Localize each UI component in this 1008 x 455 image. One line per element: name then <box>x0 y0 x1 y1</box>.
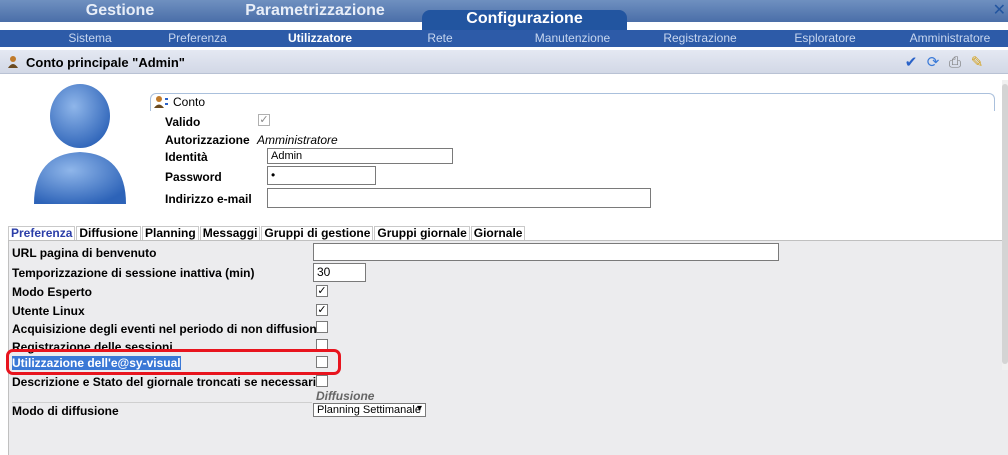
scrollbar-thumb[interactable] <box>1002 84 1008 364</box>
url-label: URL pagina di benvenuto <box>12 246 157 260</box>
email-field[interactable] <box>267 188 651 208</box>
tab-diffusione[interactable]: Diffusione <box>76 226 142 240</box>
esperto-label: Modo Esperto <box>12 285 92 299</box>
section-divider <box>12 402 312 403</box>
sub-menu-registrazione[interactable]: Registrazione <box>655 30 745 47</box>
tab-gruppi-giornale[interactable]: Gruppi giornale <box>374 226 470 240</box>
diffusione-section-title: Diffusione <box>316 389 375 403</box>
sub-menu-manutenzione[interactable]: Manutenzione <box>530 30 615 47</box>
settings-tabs: Preferenza Diffusione Planning Messaggi … <box>8 226 526 240</box>
top-tab-parametrizzazione[interactable]: Parametrizzazione <box>220 0 410 22</box>
url-field[interactable] <box>313 243 779 261</box>
highlight-annotation <box>6 349 341 375</box>
sub-menu-preferenza[interactable]: Preferenza <box>160 30 235 47</box>
identita-label: Identità <box>165 150 208 164</box>
tab-messaggi[interactable]: Messaggi <box>199 226 261 240</box>
print-icon[interactable]: ⎙ <box>946 53 964 71</box>
descrizione-checkbox[interactable] <box>316 375 328 387</box>
check-icon[interactable]: ✔ <box>902 53 920 71</box>
sub-menu-sistema[interactable]: Sistema <box>60 30 120 47</box>
users-icon <box>154 96 168 108</box>
title-bar: Conto principale "Admin" ✔ ⟳ ⎙ ✎ <box>0 50 1008 74</box>
toolbar: ✔ ⟳ ⎙ ✎ <box>902 53 986 72</box>
close-icon[interactable]: ✕ <box>993 0 1006 20</box>
valido-label: Valido <box>165 115 201 129</box>
password-field[interactable]: • <box>267 166 376 185</box>
tab-planning[interactable]: Planning <box>142 226 199 240</box>
scrollbar[interactable] <box>1002 80 1008 370</box>
avatar <box>34 84 126 204</box>
password-label: Password <box>165 170 222 184</box>
acquisizione-label: Acquisizione degli eventi nel periodo di… <box>12 322 324 336</box>
conto-section-header: Conto <box>150 93 995 111</box>
sub-menu-bar: Sistema Preferenza Utilizzatore Rete Man… <box>0 30 1008 47</box>
sub-menu-rete[interactable]: Rete <box>420 30 460 47</box>
page-title: Conto principale "Admin" <box>26 55 185 70</box>
autorizzazione-label: Autorizzazione <box>165 133 250 147</box>
tab-giornale[interactable]: Giornale <box>470 226 526 240</box>
linux-label: Utente Linux <box>12 304 85 318</box>
modo-select-value: Planning Settimanale <box>317 404 421 416</box>
conto-heading: Conto <box>173 95 206 109</box>
sub-menu-esploratore[interactable]: Esploratore <box>785 30 865 47</box>
esperto-checkbox[interactable]: ✓ <box>316 285 328 297</box>
modo-select[interactable]: Planning Settimanale ▾ <box>313 403 426 417</box>
sub-menu-amministratore[interactable]: Amministratore <box>900 30 1000 47</box>
email-label: Indirizzo e-mail <box>165 192 252 206</box>
sub-menu-utilizzatore[interactable]: Utilizzatore <box>280 30 360 47</box>
autorizzazione-value: Amministratore <box>257 133 338 147</box>
tab-preferenza[interactable]: Preferenza <box>8 226 76 240</box>
user-icon <box>8 56 18 68</box>
tab-gruppi-di-gestione[interactable]: Gruppi di gestione <box>261 226 374 240</box>
timeout-field[interactable]: 30 <box>313 263 366 282</box>
edit-icon[interactable]: ✎ <box>968 53 986 71</box>
top-tab-gestione[interactable]: Gestione <box>50 0 190 22</box>
timeout-label: Temporizzazione di sessione inattiva (mi… <box>12 266 255 280</box>
valido-checkbox: ✓ <box>258 113 270 126</box>
acquisizione-checkbox[interactable] <box>316 321 328 333</box>
modo-label: Modo di diffusione <box>12 404 119 418</box>
identita-field[interactable]: Admin <box>267 148 453 164</box>
descrizione-label: Descrizione e Stato del giornale troncat… <box>12 375 324 389</box>
linux-checkbox[interactable]: ✓ <box>316 304 328 316</box>
refresh-icon[interactable]: ⟳ <box>924 53 942 71</box>
chevron-down-icon: ▾ <box>416 403 422 414</box>
top-tab-configurazione[interactable]: Configurazione <box>422 10 627 30</box>
